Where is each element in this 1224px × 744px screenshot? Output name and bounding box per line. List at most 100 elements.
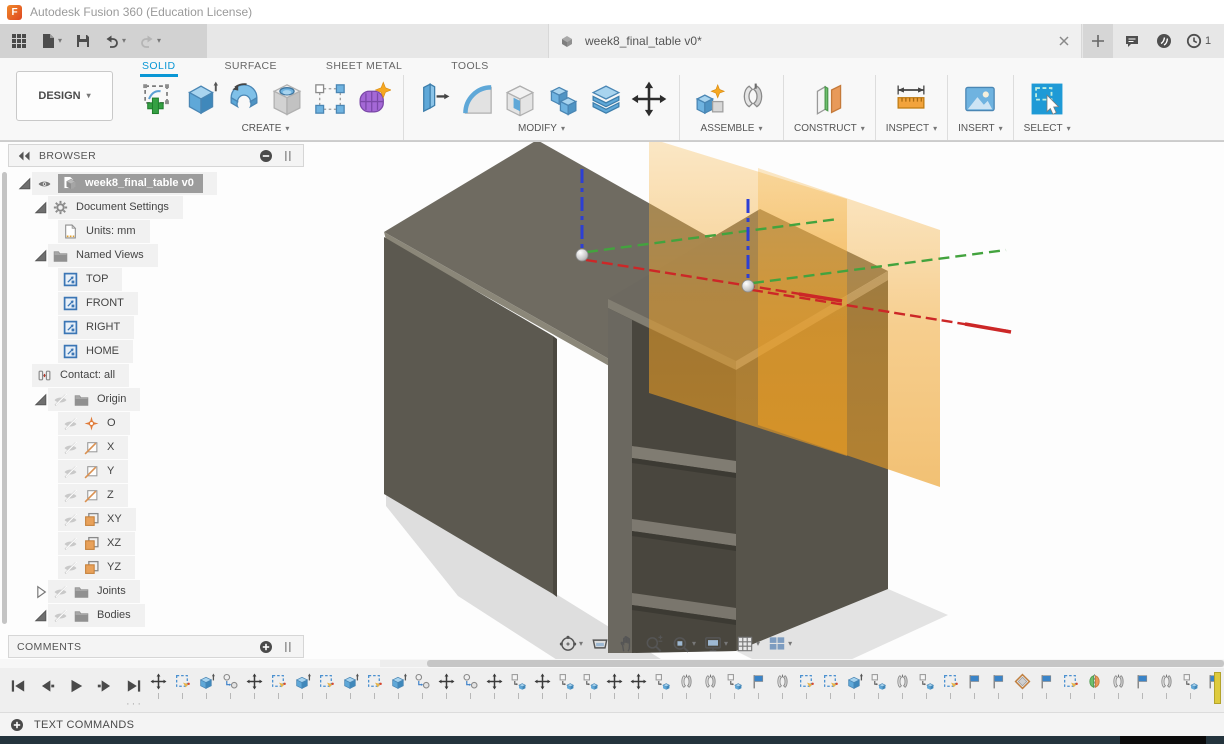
revolve-button[interactable] [224, 77, 264, 121]
timeline-feature-extrude[interactable] [194, 673, 218, 699]
panel-grip-icon[interactable] [281, 640, 295, 654]
orbit-button[interactable]: ▾ [556, 632, 585, 656]
job-status-button[interactable] [1156, 24, 1172, 58]
undo-button[interactable]: ▾ [101, 30, 129, 52]
expand-open-icon[interactable] [16, 176, 32, 191]
browser-node-x[interactable]: X [0, 435, 217, 459]
notifications-button[interactable]: 1 [1186, 24, 1211, 58]
select-tool-button[interactable] [1027, 77, 1067, 121]
browser-node-o[interactable]: O [0, 411, 217, 435]
timeline-feature-move[interactable] [242, 673, 266, 699]
step-back-button[interactable] [37, 677, 57, 695]
timeline-feature-move[interactable] [482, 673, 506, 699]
eye-off-icon[interactable] [63, 488, 78, 503]
timeline-feature-component-copy[interactable] [506, 673, 530, 699]
display-settings-button[interactable]: ▾ [701, 632, 730, 656]
browser-node-xz[interactable]: XZ [0, 531, 217, 555]
file-menu-button[interactable]: ▾ [37, 30, 65, 52]
expand-open-icon[interactable] [32, 392, 48, 407]
remove-icon[interactable] [259, 149, 273, 163]
timeline-feature-sketch[interactable] [1058, 673, 1082, 699]
save-button[interactable] [72, 30, 94, 52]
play-button[interactable] [66, 677, 86, 695]
timeline-feature-plane-flag[interactable] [746, 673, 770, 699]
comments-header[interactable]: COMMENTS [8, 635, 304, 658]
expand-open-icon[interactable] [32, 608, 48, 623]
browser-node-xy[interactable]: XY [0, 507, 217, 531]
create-sketch-button[interactable] [138, 77, 178, 121]
redo-button[interactable]: ▾ [136, 30, 164, 52]
timeline-feature-sketch[interactable] [362, 673, 386, 699]
timeline-feature-move[interactable] [434, 673, 458, 699]
timeline-feature-joint[interactable] [1106, 673, 1130, 699]
eye-icon[interactable] [37, 176, 52, 191]
grid-and-snaps-button[interactable]: ▾ [733, 632, 762, 656]
timeline-scroll-thumb[interactable] [427, 660, 1224, 667]
timeline-feature-sketch[interactable] [938, 673, 962, 699]
joint-origin-1[interactable] [575, 248, 589, 262]
group-label-create[interactable]: CREATE ▾ [242, 122, 290, 134]
browser-node-home[interactable]: HOME [0, 339, 217, 363]
joint-origin-2[interactable] [741, 279, 755, 293]
timeline-feature-component-copy[interactable] [650, 673, 674, 699]
timeline-feature-extrude[interactable] [338, 673, 362, 699]
timeline-feature-joint[interactable] [698, 673, 722, 699]
timeline-feature-joint[interactable] [1154, 673, 1178, 699]
browser-node-right[interactable]: RIGHT [0, 315, 217, 339]
timeline-feature-component-copy[interactable] [554, 673, 578, 699]
rectangular-pattern-button[interactable] [310, 77, 350, 121]
fit-button[interactable]: ▾ [669, 632, 698, 656]
new-tab-button[interactable] [1083, 24, 1113, 58]
fillet-button[interactable] [457, 77, 497, 121]
pan-button[interactable] [615, 632, 639, 656]
combine-button[interactable] [543, 77, 583, 121]
measure-button[interactable] [891, 77, 931, 121]
expand-open-icon[interactable] [32, 248, 48, 263]
browser-node-front[interactable]: FRONT [0, 291, 217, 315]
split-body-button[interactable] [586, 77, 626, 121]
timeline-feature-sketch[interactable] [170, 673, 194, 699]
app-launcher-button[interactable] [8, 30, 30, 52]
browser-node-yz[interactable]: YZ [0, 555, 217, 579]
timeline-position-marker[interactable] [1214, 672, 1221, 704]
browser-node-z[interactable]: Z [0, 483, 217, 507]
eye-off-icon[interactable] [53, 584, 68, 599]
zoom-button[interactable] [642, 632, 666, 656]
timeline-feature-move[interactable] [626, 673, 650, 699]
step-forward-button[interactable] [95, 677, 115, 695]
look-at-button[interactable] [588, 632, 612, 656]
browser-node-named-views[interactable]: Named Views [0, 243, 217, 267]
browser-node-y[interactable]: Y [0, 459, 217, 483]
press-pull-button[interactable] [414, 77, 454, 121]
timeline-feature-extrude[interactable] [842, 673, 866, 699]
timeline-feature-component-copy[interactable] [578, 673, 602, 699]
expand-closed-icon[interactable] [32, 584, 48, 599]
timeline-feature-component-copy[interactable] [914, 673, 938, 699]
group-label-insert[interactable]: INSERT ▾ [958, 122, 1003, 134]
close-tab-icon[interactable] [1057, 34, 1071, 48]
extrude-button[interactable] [181, 77, 221, 121]
timeline-feature-sketch[interactable] [266, 673, 290, 699]
timeline-feature-construction-plane[interactable] [1010, 673, 1034, 699]
eye-off-icon[interactable] [63, 512, 78, 527]
group-label-construct[interactable]: CONSTRUCT ▾ [794, 122, 865, 134]
timeline-feature-mirror[interactable] [1082, 673, 1106, 699]
offset-plane-button[interactable] [809, 77, 849, 121]
workspace-selector[interactable]: DESIGN ▾ [16, 71, 113, 121]
browser-node-bodies[interactable]: Bodies [0, 603, 217, 627]
timeline-feature-component[interactable] [410, 673, 434, 699]
hole-button[interactable] [267, 77, 307, 121]
timeline-feature-joint[interactable] [770, 673, 794, 699]
ribbon-tab-surface[interactable]: SURFACE [223, 58, 279, 74]
browser-header[interactable]: BROWSER [8, 144, 304, 167]
timeline-feature-sketch[interactable] [314, 673, 338, 699]
eye-off-icon[interactable] [63, 440, 78, 455]
timeline-feature-sketch[interactable] [794, 673, 818, 699]
ribbon-tab-sheet-metal[interactable]: SHEET METAL [324, 58, 404, 74]
timeline-feature-extrude[interactable] [386, 673, 410, 699]
create-form-button[interactable] [353, 77, 393, 121]
timeline-feature-joint[interactable] [674, 673, 698, 699]
browser-node-top[interactable]: TOP [0, 267, 217, 291]
timeline-feature-component-copy[interactable] [1178, 673, 1202, 699]
go-to-end-button[interactable] [124, 677, 144, 695]
